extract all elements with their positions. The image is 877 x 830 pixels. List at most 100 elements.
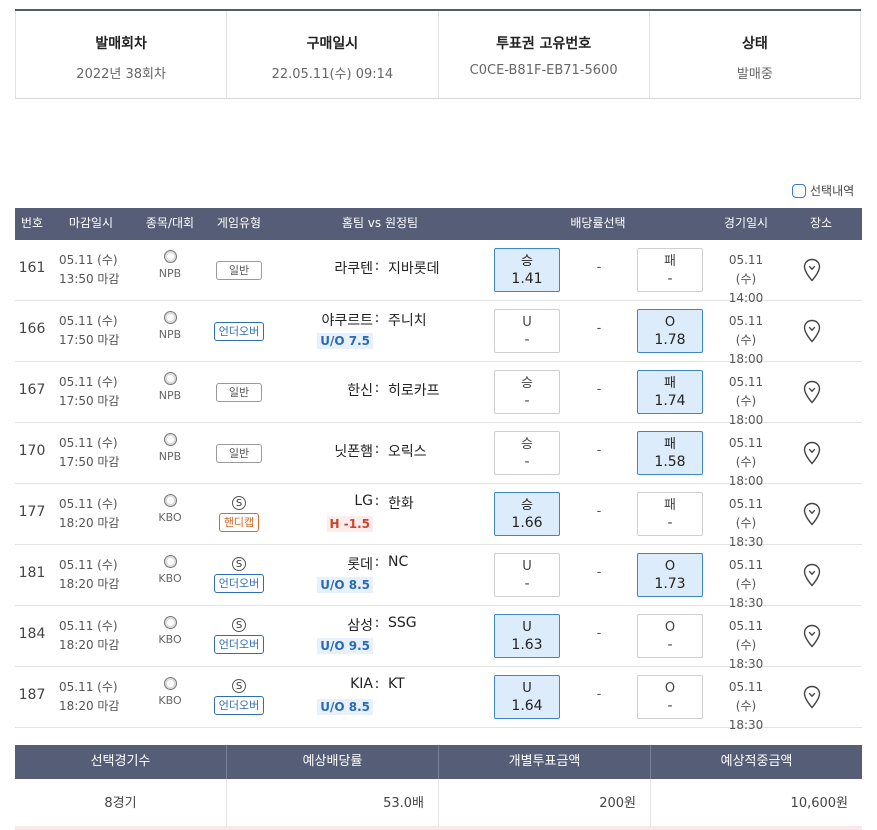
deadline-time: 18:20 마감 xyxy=(59,577,120,591)
game-type-tag: 언더오버 xyxy=(213,574,265,593)
league-name: NPB xyxy=(158,389,182,402)
away-team: 주니치 xyxy=(388,313,427,329)
odds-option-value: - xyxy=(524,576,530,592)
summary-header-payout: 예상적중금액 xyxy=(650,745,862,779)
odds-option-label: 패 xyxy=(664,376,676,391)
game-time: 05.11 (수) 14:00 xyxy=(718,251,774,308)
table-row: 170 05.11 (수) 17:50 마감 NPB 일반 닛폰햄: 오릭스 승 - - 패 1.58… xyxy=(15,423,862,488)
header-place: 장소 xyxy=(809,216,833,230)
game-type-tag: 일반 xyxy=(216,443,262,463)
game-type-tag: 일반 xyxy=(216,260,262,280)
league-name: NPB xyxy=(158,267,182,280)
deadline-date: 05.11 (수) xyxy=(59,680,118,694)
map-pin-icon[interactable] xyxy=(803,319,821,347)
odds-option-label: 패 xyxy=(664,437,676,452)
game-number: 177 xyxy=(18,504,46,520)
odds-option-right[interactable]: 패 1.58 xyxy=(637,431,703,475)
odds-option-left[interactable]: U 1.63 xyxy=(494,614,560,658)
summary-header: 선택경기수 예상배당률 개별투표금액 예상적중금액 xyxy=(15,745,862,779)
map-pin-icon[interactable] xyxy=(803,258,821,286)
game-number: 167 xyxy=(18,382,46,398)
deadline: 05.11 (수) 18:20 마감 xyxy=(59,678,119,716)
info-label: 발매회차 xyxy=(95,36,147,52)
map-pin-icon[interactable] xyxy=(803,624,821,652)
odds-option-right[interactable]: 패- xyxy=(637,492,703,536)
baseball-icon xyxy=(163,616,177,629)
game-type-tag: 언더오버 xyxy=(213,321,265,341)
odds-option-right[interactable]: 패- xyxy=(637,248,703,292)
match: 삼성: SSG U/O 9.5 xyxy=(279,606,479,666)
game-time: 05.11 (수) 18:00 xyxy=(718,312,774,369)
header-match: 홈팀 vs 원정팀 xyxy=(341,216,419,230)
deadline-time: 17:50 마감 xyxy=(59,455,120,469)
league-name: NPB xyxy=(158,450,182,463)
game-time: 05.11 (수) 18:00 xyxy=(718,434,774,491)
header-odds: 배당률선택 xyxy=(570,216,626,230)
league-name: KBO xyxy=(158,511,182,524)
odds-option-left[interactable]: U- xyxy=(494,309,560,353)
match-line-value: H -1.5 xyxy=(326,516,373,532)
selection-toggle-label: 선택내역 xyxy=(810,184,855,198)
match-line-value: U/O 8.5 xyxy=(317,577,373,593)
away-team: SSG xyxy=(388,615,417,631)
baseball-icon xyxy=(163,494,177,507)
away-team: 지바롯데 xyxy=(388,261,440,277)
odds-option-label: O xyxy=(664,620,676,635)
game-clock: 18:30 xyxy=(728,718,764,732)
odds-option-left[interactable]: U 1.64 xyxy=(494,675,560,719)
game-type: S 핸디캡 xyxy=(211,484,267,544)
table-row: 187 05.11 (수) 18:20 마감 KBO S 언더오버 KIA: KT U/O 8.… xyxy=(15,667,862,732)
odds-option-left[interactable]: 승 1.41 xyxy=(494,248,560,292)
odds-option-right[interactable]: O- xyxy=(637,675,703,719)
game-date: 05.11 (수) xyxy=(728,436,764,469)
odds-option-right[interactable]: O- xyxy=(637,614,703,658)
match: LG: 한화 H -1.5 xyxy=(279,484,479,544)
away-team: 히로카프 xyxy=(388,383,440,399)
odds-option-right[interactable]: O 1.73 xyxy=(637,553,703,597)
header-type: 게임유형 xyxy=(216,216,262,230)
deadline: 05.11 (수) 17:50 마감 xyxy=(59,373,119,411)
odds-option-right[interactable]: O 1.78 xyxy=(637,309,703,353)
baseball-icon xyxy=(163,311,177,324)
map-pin-icon[interactable] xyxy=(803,563,821,591)
deadline-date: 05.11 (수) xyxy=(59,314,118,328)
game-time: 05.11 (수) 18:30 xyxy=(718,678,774,735)
odds-option-label: U xyxy=(522,681,532,696)
game-type: 일반 xyxy=(211,423,267,483)
odds-option-left[interactable]: U- xyxy=(494,553,560,597)
deadline-date: 05.11 (수) xyxy=(59,436,118,450)
map-pin-icon[interactable] xyxy=(803,380,821,408)
odds-option-value: 1.73 xyxy=(654,576,686,592)
odds-option-left[interactable]: 승 1.66 xyxy=(494,492,560,536)
deadline-time: 18:20 마감 xyxy=(59,638,120,652)
special-badge: S xyxy=(232,618,246,632)
deadline-time: 18:20 마감 xyxy=(59,699,120,713)
table-row: 166 05.11 (수) 17:50 마감 NPB 언더오버 야쿠르트: 주니치 U/O 7… xyxy=(15,301,862,366)
info-round: 발매회차 2022년 38회차 xyxy=(15,11,226,98)
odds-option-right[interactable]: 패 1.74 xyxy=(637,370,703,414)
game-table: 번호 마감일시 종목/대회 게임유형 홈팀 vs 원정팀 배당률선택 경기일시 … xyxy=(15,208,862,732)
game-type: S 언더오버 xyxy=(211,545,267,605)
deadline: 05.11 (수) 18:20 마감 xyxy=(59,617,119,655)
league-name: KBO xyxy=(158,633,182,646)
map-pin-icon[interactable] xyxy=(803,441,821,469)
selection-toggle[interactable]: 선택내역 xyxy=(792,182,854,199)
game-date: 05.11 (수) xyxy=(728,253,764,286)
odds-draw: - xyxy=(596,260,602,275)
odds-option-left[interactable]: 승- xyxy=(494,370,560,414)
match-separator: : xyxy=(374,441,380,457)
odds-option-value: - xyxy=(524,454,530,470)
odds-option-value: - xyxy=(667,515,673,531)
game-type: 언더오버 xyxy=(211,301,267,361)
special-badge: S xyxy=(232,679,246,693)
map-pin-icon[interactable] xyxy=(803,685,821,713)
odds-draw: - xyxy=(596,565,602,580)
odds-option-label: 승 xyxy=(521,376,533,391)
match: 닛폰햄: 오릭스 xyxy=(279,423,479,483)
game-time: 05.11 (수) 18:30 xyxy=(718,556,774,613)
odds-option-left[interactable]: 승- xyxy=(494,431,560,475)
map-pin-icon[interactable] xyxy=(803,502,821,530)
odds-option-value: 1.64 xyxy=(511,698,543,714)
odds-option-value: 1.78 xyxy=(654,332,686,348)
selection-checkbox[interactable] xyxy=(792,183,806,198)
